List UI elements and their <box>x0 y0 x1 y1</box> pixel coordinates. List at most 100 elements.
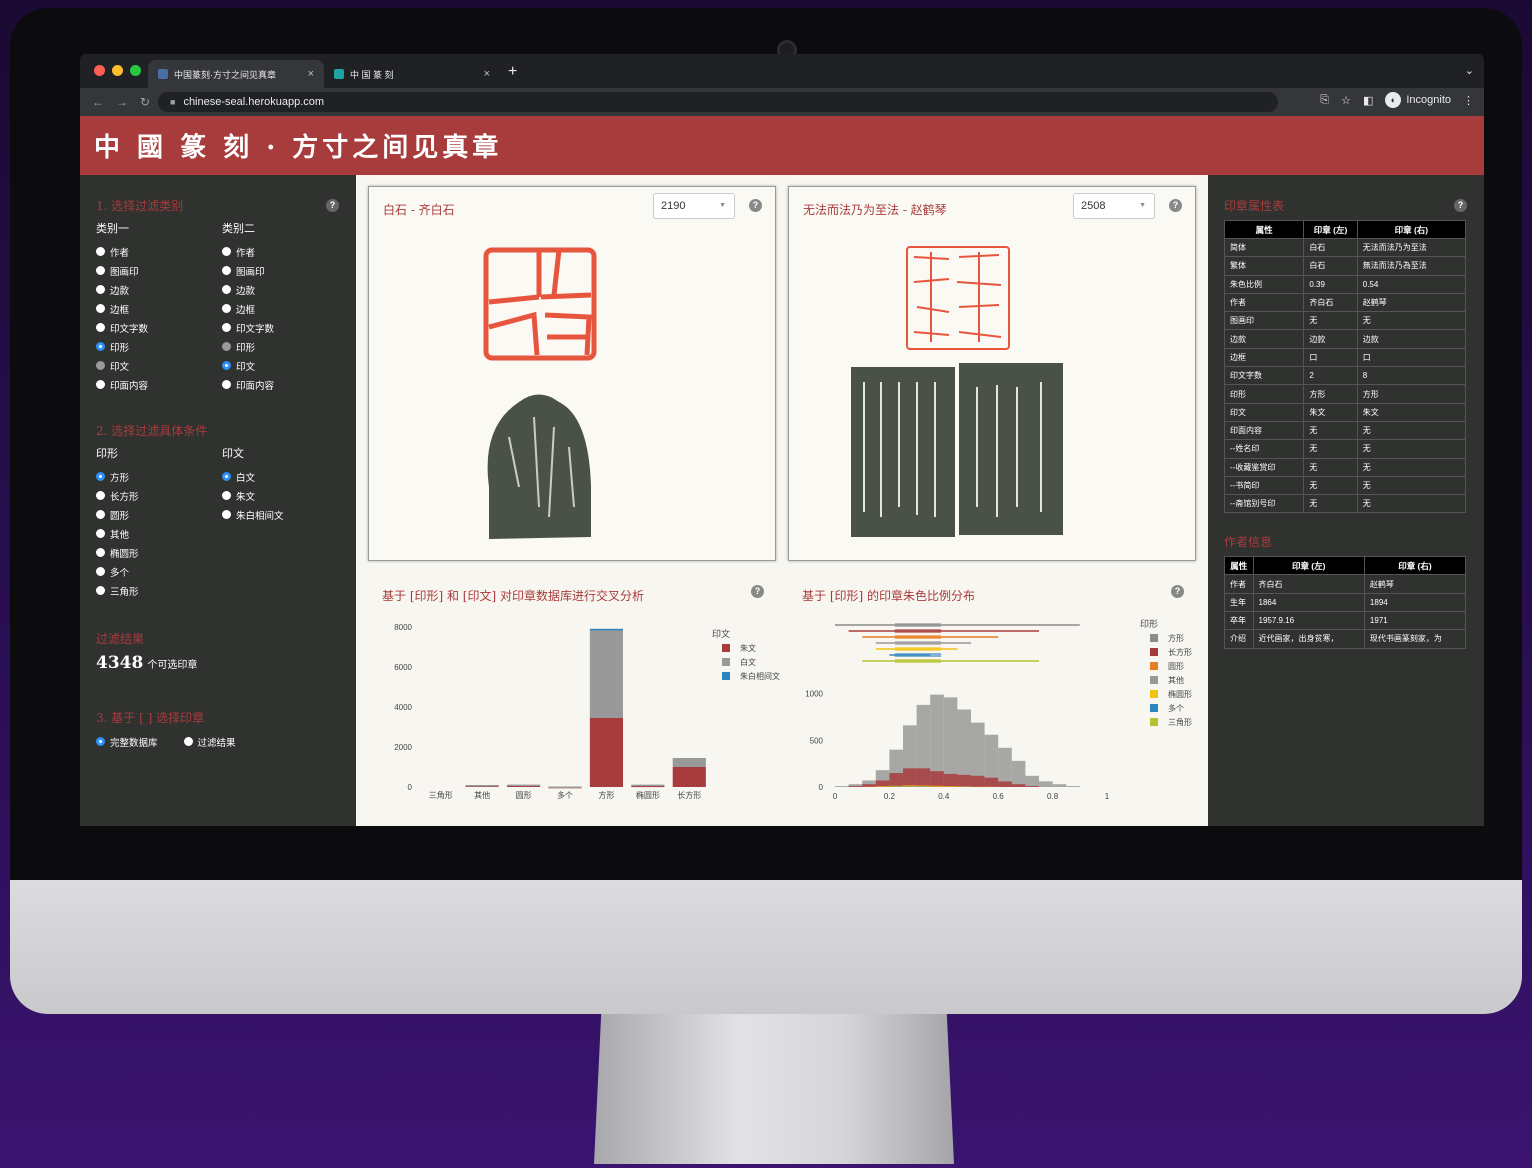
condition-two-option[interactable]: 白文 <box>222 467 348 486</box>
radio-selected-icon <box>222 472 231 481</box>
radio-label: 白文 <box>236 472 256 484</box>
seal-impression <box>906 246 1010 350</box>
table-row: --书简印无无 <box>1223 475 1467 496</box>
table-header-row: 属性 印章 (左) 印章 (右) <box>1224 556 1467 576</box>
bar-segment <box>672 767 706 787</box>
y-tick-label: 500 <box>810 736 824 745</box>
condition-one-option[interactable]: 其他 <box>96 524 222 543</box>
condition-two-option[interactable]: 朱白相间文 <box>222 505 348 524</box>
back-icon[interactable]: ← <box>92 95 104 109</box>
source-option[interactable]: 完整数据库 <box>96 732 158 751</box>
app-body: ? 1. 选择过滤类别 类别一 作者 图画印 边款 边框 印文字数 印形 印文 印面内容 类别… <box>80 175 1484 826</box>
incognito-badge[interactable]: ◐ Incognito <box>1385 92 1451 108</box>
section-title: 2. 选择过滤具体条件 <box>96 424 208 438</box>
address-bar[interactable]: ■ chinese-seal.herokuapp.com <box>158 92 1278 112</box>
legend-swatch <box>1150 718 1158 726</box>
category-one-option[interactable]: 边款 <box>96 280 222 299</box>
condition-one-option[interactable]: 椭圆形 <box>96 543 222 562</box>
radio-icon <box>183 737 193 746</box>
category-one-option[interactable]: 边框 <box>96 299 222 318</box>
radio-icon <box>222 380 231 389</box>
radio-label: 印文字数 <box>236 323 275 335</box>
category-one-option[interactable]: 印面内容 <box>96 375 222 394</box>
category-one-option[interactable]: 图画印 <box>96 261 222 280</box>
histogram-bar <box>957 774 971 787</box>
tab-search-icon[interactable]: ⌄ <box>1465 64 1474 77</box>
x-tick-label: 0.4 <box>938 792 950 801</box>
radio-label: 边框 <box>236 304 256 316</box>
tab-active[interactable]: 中国篆刻·方寸之间见真章 × <box>148 60 324 88</box>
category-one-option[interactable]: 作者 <box>96 242 222 261</box>
legend-label: 朱文 <box>740 643 756 653</box>
bookmark-star-icon[interactable]: ☆ <box>1341 94 1351 107</box>
source-option[interactable]: 过滤结果 <box>183 732 236 751</box>
category-two-option[interactable]: 作者 <box>222 242 348 261</box>
source-radio-group: 完整数据库 过滤结果 <box>96 732 356 751</box>
condition-one-option[interactable]: 方形 <box>96 467 222 486</box>
radio-icon <box>96 285 105 294</box>
radio-icon <box>96 380 105 389</box>
forward-icon[interactable]: → <box>116 95 128 109</box>
table-cell: 2 <box>1303 366 1358 386</box>
category-two-option[interactable]: 印形 <box>222 337 348 356</box>
category-one-option[interactable]: 印文字数 <box>96 318 222 337</box>
condition-one-option[interactable]: 多个 <box>96 562 222 581</box>
x-tick-label: 长方形 <box>677 790 701 800</box>
table-cell: 無法而法乃為至法 <box>1356 256 1467 276</box>
table-cell: 边款 <box>1223 329 1305 349</box>
radio-label: 图画印 <box>110 266 139 278</box>
favicon-icon <box>334 69 344 79</box>
table-cell: 现代书画篆刻家，为 <box>1363 629 1467 649</box>
bar-segment <box>507 784 541 787</box>
category-two-option[interactable]: 图画印 <box>222 261 348 280</box>
legend-label: 长方形 <box>1168 647 1192 657</box>
translate-icon[interactable]: ⎘ <box>1320 94 1329 107</box>
y-tick-label: 2000 <box>394 743 412 752</box>
tab-inactive[interactable]: 中 国 篆 刻 × <box>324 60 500 88</box>
table-cell: 无 <box>1303 420 1358 441</box>
tab-close-icon[interactable]: × <box>308 68 314 80</box>
section-title: 印章属性表 <box>1224 199 1285 213</box>
tab-close-icon[interactable]: × <box>484 68 490 80</box>
close-window-button[interactable] <box>94 65 105 76</box>
category-two-option[interactable]: 印文字数 <box>222 318 348 337</box>
table-cell: 无 <box>1303 494 1358 514</box>
help-icon[interactable]: ? <box>1171 585 1184 598</box>
menu-kebab-icon[interactable]: ⋮ <box>1463 94 1474 107</box>
histogram-bar <box>889 773 903 787</box>
category-two-option[interactable]: 边框 <box>222 299 348 318</box>
column-header: 印章 (右) <box>1363 556 1467 576</box>
condition-two-option[interactable]: 朱文 <box>222 486 348 505</box>
category-one-option[interactable]: 印文 <box>96 356 222 375</box>
help-icon[interactable]: ? <box>1454 199 1467 212</box>
category-two-option[interactable]: 边款 <box>222 280 348 299</box>
incognito-icon: ◐ <box>1385 92 1402 108</box>
condition-one-radio-group: 方形 长方形 圆形 其他 椭圆形 多个 三角形 <box>96 467 222 600</box>
category-two-option[interactable]: 印面内容 <box>222 375 348 394</box>
category-one-option[interactable]: 印形 <box>96 337 222 356</box>
side-panel-icon[interactable]: ◧ <box>1363 94 1373 107</box>
new-tab-button[interactable]: + <box>508 63 517 81</box>
table-cell: 1864 <box>1252 592 1365 613</box>
reload-icon[interactable]: ↻ <box>140 95 150 109</box>
x-tick-label: 0.6 <box>993 792 1005 801</box>
red-ratio-distribution-chart: 0 500 1000 0 0.2 0.4 0.6 0.8 1 印形方形长方形圆形其他椭圆形多个三角… <box>805 618 1192 801</box>
radio-label: 作者 <box>110 247 130 259</box>
help-icon[interactable]: ? <box>326 199 339 212</box>
section-title: 作者信息 <box>1224 535 1273 550</box>
maximize-window-button[interactable] <box>130 65 141 76</box>
condition-one-option[interactable]: 三角形 <box>96 581 222 600</box>
table-row: 印面内容无无 <box>1223 420 1467 441</box>
minimize-window-button[interactable] <box>112 65 123 76</box>
table-row: 卒年 1957.9.16 1971 <box>1224 611 1467 631</box>
help-icon[interactable]: ? <box>751 585 764 598</box>
condition-one-option[interactable]: 圆形 <box>96 505 222 524</box>
radio-icon <box>222 510 231 519</box>
condition-one-option[interactable]: 长方形 <box>96 486 222 505</box>
category-two-option[interactable]: 印文 <box>222 356 348 375</box>
legend-label: 多个 <box>1168 703 1184 713</box>
histogram-bar <box>1011 784 1026 787</box>
radio-icon <box>96 548 105 557</box>
favicon-icon <box>158 69 168 79</box>
seal-image-right <box>851 246 1063 537</box>
